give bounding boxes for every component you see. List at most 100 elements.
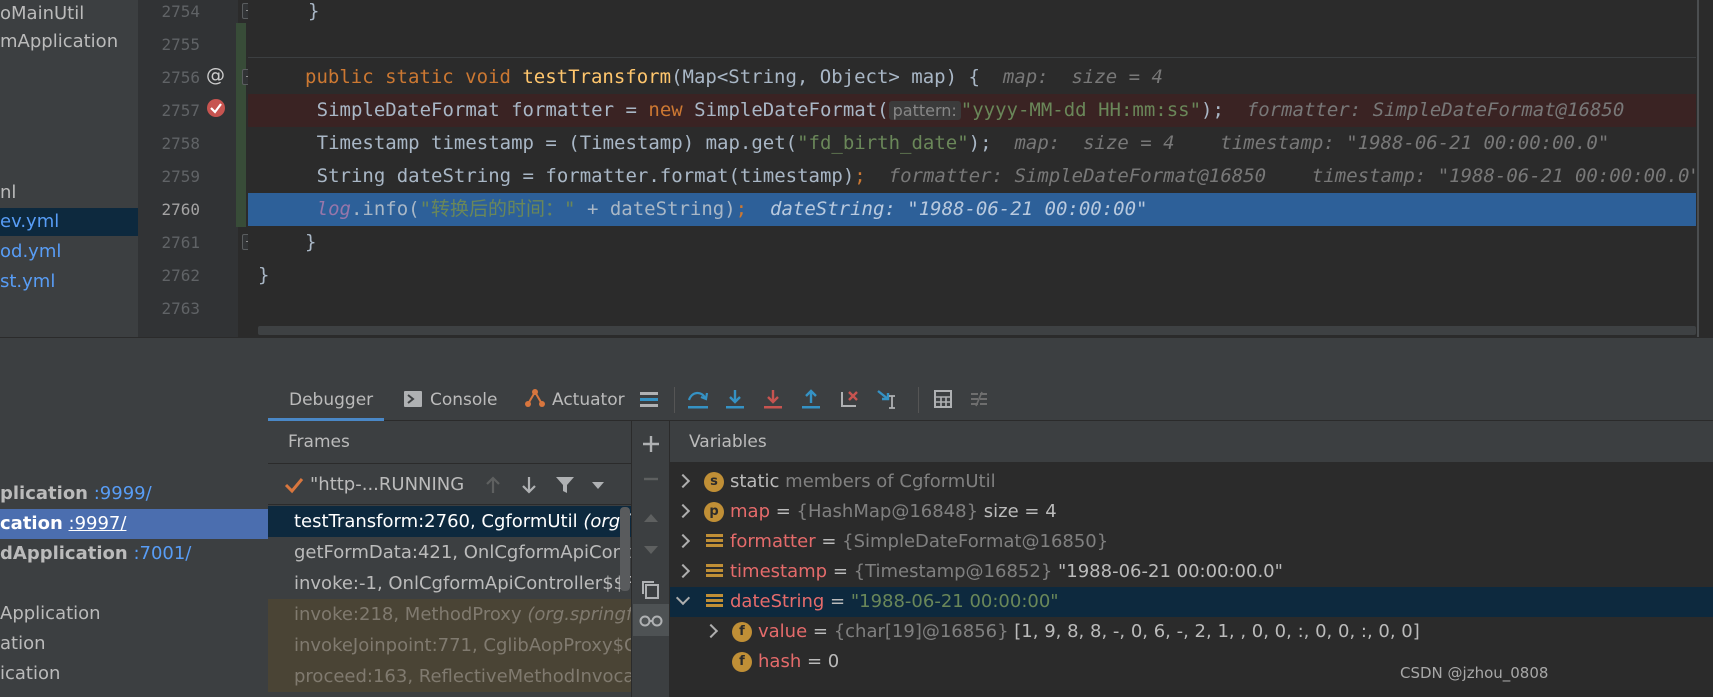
- inline-value-hint: map: size = 4: [1002, 66, 1163, 88]
- variables-side-toolbar: [632, 421, 670, 697]
- service-item-selected[interactable]: cation :9997/: [0, 509, 268, 539]
- variable-row[interactable]: s static members of CgformUtil: [670, 467, 1713, 497]
- stack-frame[interactable]: invoke:-1, OnlCgformApiController$$Fa: [268, 568, 631, 599]
- service-item[interactable]: Application: [0, 599, 268, 629]
- service-item[interactable]: ation: [0, 629, 268, 659]
- line-number: 2761: [161, 233, 200, 252]
- trace-current-stream-icon[interactable]: [968, 388, 994, 412]
- static-icon: s: [704, 472, 724, 492]
- debug-toolbar: Debugger Console Actuator: [268, 379, 1713, 421]
- service-item[interactable]: dApplication :7001/: [0, 539, 268, 569]
- frames-title: Frames: [288, 432, 350, 452]
- code-editor[interactable]: } public static void testTransform(Map<S…: [248, 0, 1696, 337]
- tab-debugger[interactable]: Debugger: [268, 379, 384, 421]
- vcs-change-marker[interactable]: [236, 23, 246, 227]
- step-out-icon[interactable]: [800, 388, 826, 412]
- stack-frame-library[interactable]: invoke:218, MethodProxy (org.springfr: [268, 599, 631, 630]
- line-number: 2759: [161, 167, 200, 186]
- filter-icon[interactable]: [555, 475, 575, 495]
- arrow-down-icon[interactable]: [520, 475, 538, 495]
- tree-item[interactable]: st.yml: [0, 268, 55, 296]
- toolbar-separator: [918, 387, 919, 413]
- code-line-breakpoint: SimpleDateFormat formatter = new SimpleD…: [248, 94, 1696, 127]
- copy-icon[interactable]: [638, 577, 664, 603]
- step-over-icon[interactable]: [686, 388, 712, 412]
- inline-value-hint: timestamp: "1988-06-21 00:00:00.0": [1311, 165, 1696, 187]
- service-item[interactable]: ication: [0, 659, 268, 689]
- line-number: 2763: [161, 299, 200, 318]
- watermark: CSDN @jzhou_0808: [1400, 664, 1549, 682]
- chevron-down-icon[interactable]: [590, 480, 606, 492]
- line-number: 2757: [161, 101, 200, 120]
- parameter-hint: pattern:: [888, 101, 961, 120]
- code-line-execution-point: log.info("转换后的时间：" + dateString); dateSt…: [248, 193, 1696, 226]
- inline-value-hint: formatter: SimpleDateFormat@16850: [888, 165, 1267, 187]
- thread-selector[interactable]: "http-...RUNNING: [268, 463, 631, 506]
- line-number-current: 2760: [161, 200, 200, 219]
- inline-value-hint: map: size = 4: [1014, 132, 1175, 154]
- chevron-right-icon[interactable]: [703, 623, 719, 639]
- tab-console[interactable]: Console: [404, 379, 498, 421]
- line-number: 2754: [161, 2, 200, 21]
- code-line: Timestamp timestamp = (Timestamp) map.ge…: [316, 132, 1610, 154]
- tree-item[interactable]: od.yml: [0, 238, 61, 266]
- variable-row[interactable]: f value = {char[19]@16856} [1, 9, 8, 8, …: [670, 617, 1713, 647]
- code-line: }: [308, 0, 320, 22]
- tree-item[interactable]: nl: [0, 179, 16, 207]
- service-item[interactable]: plication :9999/: [0, 479, 268, 509]
- tree-item[interactable]: mApplication: [0, 28, 118, 56]
- stack-frame-library[interactable]: proceed:163, ReflectiveMethodInvocati: [268, 661, 631, 692]
- tree-item[interactable]: oMainUtil: [0, 0, 84, 28]
- inline-value-hint: formatter: SimpleDateFormat@16850: [1246, 99, 1625, 121]
- services-tree: plication :9999/ cation :9997/ dApplicat…: [0, 379, 268, 697]
- method-separator: [248, 57, 1696, 58]
- force-step-into-icon[interactable]: [762, 388, 788, 412]
- local-variable-icon: [706, 564, 723, 581]
- remove-watch-icon[interactable]: [638, 466, 664, 492]
- breakpoint-icon[interactable]: [206, 98, 226, 122]
- check-icon: [284, 478, 304, 494]
- chevron-right-icon[interactable]: [675, 503, 691, 519]
- drop-frame-icon[interactable]: [838, 388, 864, 412]
- actuator-icon: [525, 389, 545, 407]
- add-watch-icon[interactable]: [638, 431, 664, 457]
- line-number: 2758: [161, 134, 200, 153]
- run-to-cursor-icon[interactable]: [876, 388, 902, 412]
- variable-row[interactable]: p map = {HashMap@16848} size = 4: [670, 497, 1713, 527]
- editor-gutter[interactable]: 2754 2755 2756 2757 2758 2759 2760 2761 …: [138, 0, 238, 337]
- variables-title: Variables: [670, 421, 1713, 463]
- stack-frame[interactable]: getFormData:421, OnlCgformApiContro: [268, 537, 631, 568]
- tab-actuator[interactable]: Actuator: [524, 379, 625, 421]
- tree-item-selected[interactable]: ev.yml: [0, 208, 138, 236]
- stack-frame-library[interactable]: invokeJoinpoint:771, CglibAopProxy$C: [268, 630, 631, 661]
- editor-right-margin: [1697, 0, 1699, 337]
- move-up-icon[interactable]: [638, 505, 664, 531]
- line-number: 2756: [161, 68, 200, 87]
- variable-row-selected[interactable]: dateString = "1988-06-21 00:00:00": [670, 587, 1713, 617]
- arrow-up-icon[interactable]: [484, 475, 502, 495]
- variable-row[interactable]: formatter = {SimpleDateFormat@16850}: [670, 527, 1713, 557]
- evaluate-expression-icon[interactable]: [932, 388, 958, 412]
- code-line: }: [258, 264, 270, 286]
- field-icon: f: [732, 652, 752, 672]
- chevron-right-icon[interactable]: [675, 563, 691, 579]
- move-down-icon[interactable]: [638, 537, 664, 563]
- variable-row[interactable]: f hash = 0: [670, 647, 1713, 677]
- chevron-right-icon[interactable]: [675, 533, 691, 549]
- override-at-icon[interactable]: @: [206, 64, 225, 86]
- step-into-icon[interactable]: [724, 388, 750, 412]
- thread-label[interactable]: "http-...RUNNING: [310, 464, 464, 506]
- chevron-right-icon[interactable]: [675, 473, 691, 489]
- inline-value-hint: timestamp: "1988-06-21 00:00:00.0": [1220, 132, 1610, 154]
- show-execution-point-icon[interactable]: [638, 388, 664, 412]
- variable-row[interactable]: timestamp = {Timestamp@16852} "1988-06-2…: [670, 557, 1713, 587]
- local-variable-icon: [706, 534, 723, 551]
- chevron-down-icon[interactable]: [675, 590, 691, 606]
- stack-frame-selected[interactable]: testTransform:2760, CgformUtil (org.jee: [268, 506, 631, 537]
- local-variable-icon: [706, 594, 723, 611]
- variables-panel: Variables s static members of CgformUtil…: [670, 421, 1713, 697]
- frames-scrollbar[interactable]: [620, 507, 630, 591]
- horizontal-scrollbar[interactable]: [258, 326, 1696, 335]
- console-icon: [404, 391, 422, 407]
- watches-toggle[interactable]: [633, 604, 669, 636]
